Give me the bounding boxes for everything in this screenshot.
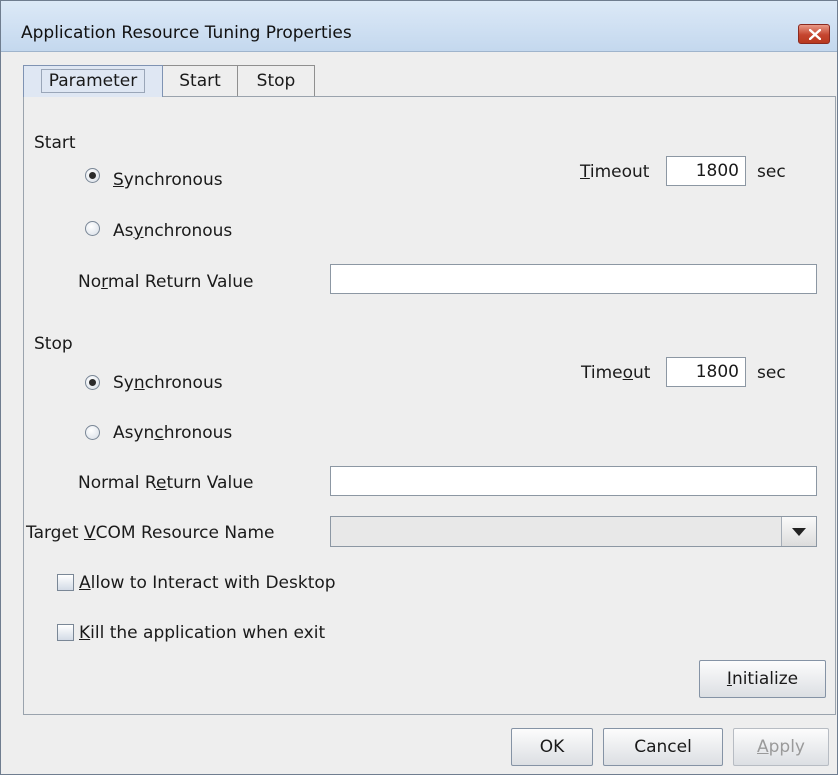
mnemonic: K [79, 623, 91, 643]
mnemonic: V [84, 523, 96, 543]
ok-button[interactable]: OK [511, 728, 593, 766]
stop-asynchronous-radio[interactable] [85, 425, 100, 440]
stop-timeout-label: Timeout [581, 363, 650, 383]
mnemonic: A [756, 737, 769, 757]
label-text: turn Value [166, 473, 254, 493]
start-normal-return-label: Normal Return Value [78, 272, 253, 292]
stop-normal-return-label: Normal Return Value [78, 473, 253, 493]
start-synchronous-label[interactable]: Synchronous [113, 170, 223, 190]
dropdown-button[interactable] [781, 517, 816, 546]
parameter-panel: Start Synchronous Asynchronous Timeout 1… [23, 96, 836, 715]
mnemonic: e [155, 473, 167, 493]
label-text: As [113, 221, 134, 241]
stop-synchronous-radio[interactable] [85, 375, 100, 390]
label-text: imeout [589, 162, 650, 182]
stop-timeout-input[interactable]: 1800 [666, 357, 746, 387]
allow-interact-checkbox[interactable] [57, 574, 74, 591]
close-icon [809, 29, 821, 40]
title-bar: Application Resource Tuning Properties [1, 1, 837, 52]
start-heading: Start [34, 133, 76, 153]
start-timeout-input[interactable]: 1800 [666, 156, 746, 186]
start-asynchronous-radio[interactable] [85, 221, 100, 236]
close-button[interactable] [798, 24, 830, 44]
start-timeout-label: Timeout [580, 162, 649, 182]
mnemonic: n [133, 373, 145, 393]
mnemonic: A [79, 573, 91, 593]
label-text: nchronous [143, 221, 233, 241]
label-text: Target [26, 523, 84, 543]
kill-app-label[interactable]: Kill the application when exit [79, 623, 325, 643]
label-text: ut [633, 363, 651, 383]
target-vcom-label: Target VCOM Resource Name [26, 523, 274, 543]
stop-heading: Stop [34, 334, 73, 354]
label-text: Asyn [113, 423, 155, 443]
label-text: ynchronous [123, 170, 223, 190]
stop-asynchronous-label[interactable]: Asynchronous [113, 423, 232, 443]
allow-interact-label[interactable]: Allow to Interact with Desktop [79, 573, 336, 593]
kill-app-checkbox[interactable] [57, 624, 74, 641]
label-text: Sy [113, 373, 134, 393]
label-text: nitialize [731, 669, 799, 689]
radio-selected-dot [89, 379, 96, 386]
properties-dialog: Application Resource Tuning Properties P… [0, 0, 838, 775]
tab-label: Parameter [40, 69, 146, 93]
tab-label: Stop [256, 71, 296, 91]
tab-parameter[interactable]: Parameter [23, 65, 163, 97]
mnemonic: y [133, 221, 144, 241]
chevron-down-icon [792, 528, 806, 536]
start-timeout-unit: sec [757, 162, 786, 182]
stop-normal-return-input[interactable] [330, 466, 817, 496]
label-text: ill the application when exit [90, 623, 326, 643]
cancel-button[interactable]: Cancel [603, 728, 723, 766]
label-text: llow to Interact with Desktop [90, 573, 336, 593]
target-vcom-select[interactable] [330, 516, 817, 547]
radio-selected-dot [89, 172, 96, 179]
tab-stop[interactable]: Stop [237, 65, 315, 96]
label-text: Normal R [78, 473, 156, 493]
apply-button[interactable]: Apply [733, 728, 829, 766]
tab-label: Start [179, 71, 221, 91]
mnemonic: c [154, 423, 164, 443]
mnemonic: r [101, 272, 108, 292]
label-text: Time [581, 363, 623, 383]
start-synchronous-radio[interactable] [85, 168, 100, 183]
label-text: mal Return Value [107, 272, 254, 292]
window-title: Application Resource Tuning Properties [21, 23, 352, 43]
stop-synchronous-label[interactable]: Synchronous [113, 373, 223, 393]
tab-start[interactable]: Start [162, 65, 238, 96]
mnemonic: T [580, 162, 590, 182]
start-asynchronous-label[interactable]: Asynchronous [113, 221, 232, 241]
mnemonic: o [622, 363, 634, 383]
label-text: pply [768, 737, 805, 757]
initialize-button[interactable]: Initialize [699, 660, 826, 698]
start-normal-return-input[interactable] [330, 264, 817, 294]
mnemonic: S [113, 170, 124, 190]
label-text: hronous [163, 423, 233, 443]
label-text: chronous [144, 373, 223, 393]
label-text: No [78, 272, 102, 292]
stop-timeout-unit: sec [757, 363, 786, 383]
label-text: COM Resource Name [95, 523, 275, 543]
